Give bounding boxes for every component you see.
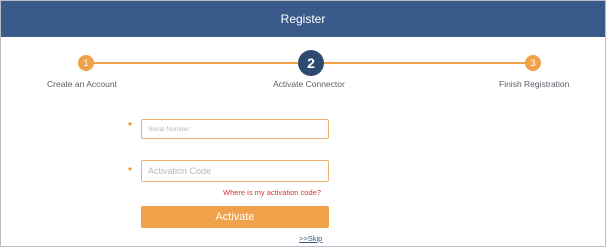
window-title: Register <box>1 1 605 37</box>
step-1-indicator: 1 <box>78 55 94 71</box>
register-window: Register 1 2 3 Create an Account Activat… <box>0 0 606 247</box>
activate-button[interactable]: Activate <box>141 206 329 228</box>
step-connector-1 <box>87 62 298 64</box>
activation-code-input[interactable] <box>141 160 329 182</box>
skip-link[interactable]: >>Skip <box>299 234 322 243</box>
step-1-label: Create an Account <box>47 79 117 89</box>
activation-required-marker: * <box>128 166 132 177</box>
serial-required-marker: * <box>128 121 132 132</box>
step-connector-2 <box>324 62 533 64</box>
progress-stepper: 1 2 3 Create an Account Activate Connect… <box>1 37 605 97</box>
step-2-indicator: 2 <box>298 50 324 76</box>
activation-code-help-link[interactable]: Where is my activation code? <box>223 188 321 197</box>
serial-number-input[interactable] <box>141 119 329 139</box>
step-3-label: Finish Registration <box>499 79 570 89</box>
step-2-label: Activate Connector <box>273 79 345 89</box>
step-3-indicator: 3 <box>525 55 541 71</box>
